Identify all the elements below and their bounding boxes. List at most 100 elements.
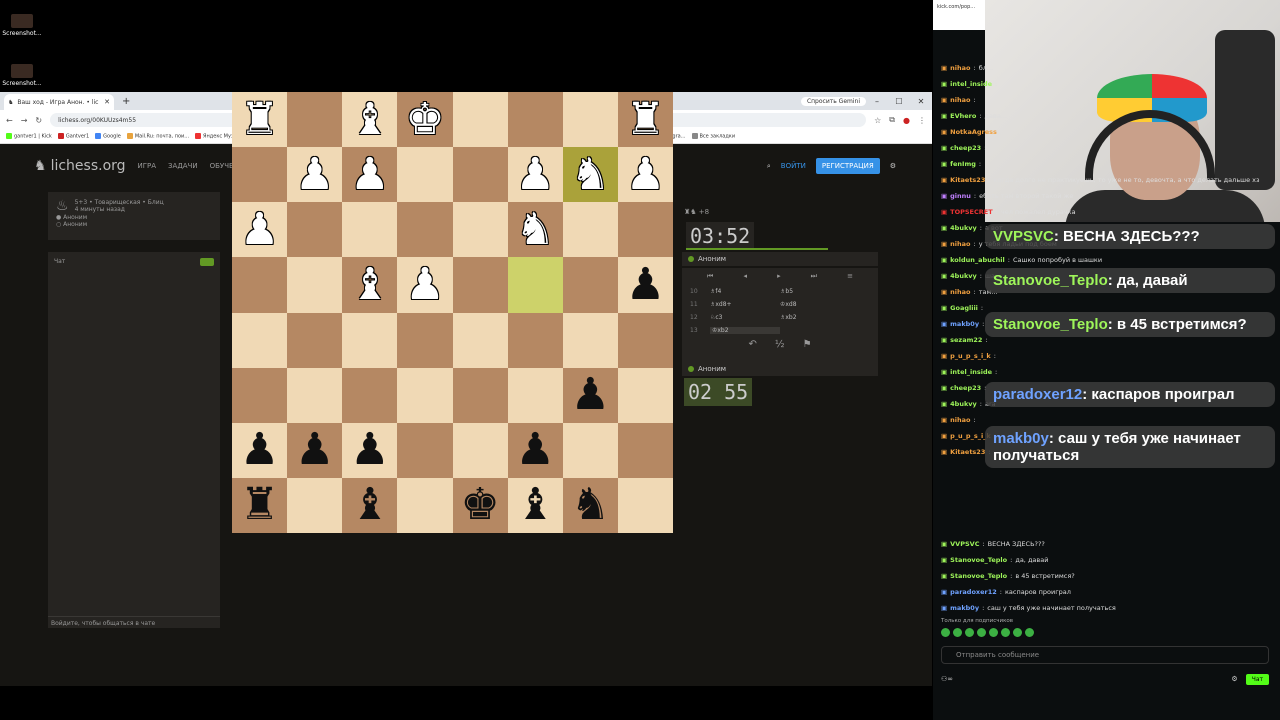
chat-username[interactable]: 4bukvy bbox=[950, 400, 977, 408]
board-square[interactable] bbox=[562, 312, 618, 368]
emote-icon[interactable] bbox=[977, 628, 986, 637]
bookmark-item[interactable]: Gantver1 bbox=[57, 133, 89, 140]
resign-flag-icon[interactable]: ⚑ bbox=[803, 339, 812, 350]
board-square[interactable] bbox=[617, 477, 673, 533]
forward-icon[interactable]: → bbox=[21, 116, 28, 125]
chat-username[interactable]: makb0y bbox=[950, 320, 979, 328]
player-black-name[interactable]: Аноним bbox=[63, 221, 87, 228]
maximize-icon[interactable]: ☐ bbox=[888, 97, 910, 106]
black-rook-icon[interactable]: ♜ bbox=[240, 483, 279, 527]
board-square[interactable] bbox=[342, 367, 398, 423]
emote-icon[interactable] bbox=[965, 628, 974, 637]
white-bishop-icon[interactable]: ♝ bbox=[350, 262, 389, 307]
emote-icon[interactable] bbox=[1025, 628, 1034, 637]
black-bishop-icon[interactable]: ♝ bbox=[515, 483, 554, 527]
white-pawn-icon[interactable]: ♟ bbox=[626, 152, 665, 197]
board-square[interactable] bbox=[397, 147, 453, 203]
board-square[interactable]: ♟ bbox=[397, 257, 453, 313]
board-square[interactable]: ♞ bbox=[562, 477, 618, 533]
bookmark-item[interactable]: Google bbox=[95, 133, 121, 140]
bookmark-star-icon[interactable]: ☆ bbox=[874, 116, 881, 125]
chat-username[interactable]: fenImg bbox=[950, 160, 976, 168]
board-square[interactable]: ♟ bbox=[507, 422, 563, 478]
board-square[interactable] bbox=[287, 312, 343, 368]
reload-icon[interactable]: ↻ bbox=[35, 116, 42, 125]
player-top-name[interactable]: Аноним bbox=[698, 255, 726, 263]
new-tab-icon[interactable]: + bbox=[122, 96, 130, 107]
board-square[interactable] bbox=[287, 202, 343, 258]
white-pawn-icon[interactable]: ♟ bbox=[295, 152, 334, 197]
board-square[interactable]: ♟ bbox=[342, 147, 398, 203]
minimize-icon[interactable]: – bbox=[866, 97, 888, 106]
white-pawn-icon[interactable]: ♟ bbox=[405, 262, 444, 307]
profile-icon[interactable]: ● bbox=[903, 116, 910, 125]
black-pawn-icon[interactable]: ♟ bbox=[350, 428, 389, 472]
board-square[interactable]: ♜ bbox=[232, 477, 288, 533]
player-white-name[interactable]: Аноним bbox=[63, 214, 87, 221]
back-icon[interactable]: ← bbox=[6, 116, 13, 125]
bookmark-item[interactable]: Mail.Ru: почта, пои... bbox=[126, 133, 189, 140]
nav-item[interactable]: ИГРА bbox=[138, 162, 157, 170]
black-pawn-icon[interactable]: ♟ bbox=[295, 428, 334, 472]
close-window-icon[interactable]: ✕ bbox=[910, 97, 932, 106]
board-square[interactable]: ♜ bbox=[232, 92, 288, 148]
board-square[interactable] bbox=[562, 92, 618, 148]
chess-board[interactable]: ♜ ♝ ♚ ♜ ♟ ♟ ♟ ♞ ♟ ♟ ♞ ♝ ♟ ♟ ♟ ♟ ♟ ♟ ♟ ♜ ♝ ♚ ♝ ♞ bbox=[232, 92, 673, 533]
black-pawn-icon[interactable]: ♟ bbox=[240, 428, 279, 472]
chat-username[interactable]: NotkaAgress bbox=[950, 128, 997, 136]
chat-username[interactable]: Kitaets23 bbox=[950, 448, 985, 456]
board-square[interactable] bbox=[452, 202, 508, 258]
prev-move-icon[interactable]: ◂ bbox=[743, 272, 747, 281]
extensions-icon[interactable]: ⧉ bbox=[889, 115, 895, 125]
chat-username[interactable]: nihao bbox=[950, 64, 970, 72]
emote-icon[interactable] bbox=[1001, 628, 1010, 637]
board-square[interactable]: ♞ bbox=[507, 202, 563, 258]
chat-username[interactable]: nihao bbox=[950, 240, 970, 248]
board-square[interactable] bbox=[342, 202, 398, 258]
chat-username[interactable]: Stanovoe_Teplo bbox=[950, 556, 1007, 564]
white-bishop-icon[interactable]: ♝ bbox=[350, 97, 389, 142]
board-square[interactable] bbox=[397, 202, 453, 258]
board-square[interactable] bbox=[287, 367, 343, 423]
black-king-icon[interactable]: ♚ bbox=[460, 483, 499, 527]
white-pawn-icon[interactable]: ♟ bbox=[350, 152, 389, 197]
chat-username[interactable]: p_u_p_s_i_k bbox=[950, 352, 991, 360]
player-bottom-name[interactable]: Аноним bbox=[698, 365, 726, 373]
nav-item[interactable]: ЗАДАЧИ bbox=[168, 162, 198, 170]
emote-icon[interactable] bbox=[953, 628, 962, 637]
board-square[interactable] bbox=[507, 312, 563, 368]
chat-username[interactable]: TOPSECRET bbox=[950, 208, 993, 216]
board-square[interactable] bbox=[617, 312, 673, 368]
move-menu-icon[interactable]: ≡ bbox=[847, 272, 853, 281]
board-square[interactable]: ♝ bbox=[507, 477, 563, 533]
white-pawn-icon[interactable]: ♟ bbox=[240, 207, 279, 252]
board-square[interactable]: ♟ bbox=[287, 147, 343, 203]
board-square[interactable]: ♜ bbox=[617, 92, 673, 148]
login-link[interactable]: ВОЙТИ bbox=[781, 162, 806, 170]
board-square[interactable] bbox=[507, 92, 563, 148]
chat-username[interactable]: makb0y bbox=[950, 604, 979, 612]
board-square[interactable] bbox=[397, 367, 453, 423]
white-knight-icon[interactable]: ♞ bbox=[571, 152, 610, 197]
chat-username[interactable]: cheep23 bbox=[950, 384, 981, 392]
chat-username[interactable]: sezam22 bbox=[950, 336, 982, 344]
white-knight-icon[interactable]: ♞ bbox=[515, 207, 554, 252]
bookmark-item[interactable]: Все закладки bbox=[691, 133, 735, 140]
emote-icon[interactable] bbox=[989, 628, 998, 637]
board-square[interactable] bbox=[562, 422, 618, 478]
emote-icon[interactable] bbox=[941, 628, 950, 637]
board-square[interactable]: ♝ bbox=[342, 257, 398, 313]
board-square[interactable]: ♟ bbox=[617, 257, 673, 313]
board-square[interactable] bbox=[452, 312, 508, 368]
board-square[interactable] bbox=[397, 422, 453, 478]
board-square[interactable] bbox=[452, 422, 508, 478]
board-square[interactable] bbox=[452, 257, 508, 313]
board-square[interactable]: ♝ bbox=[342, 477, 398, 533]
board-square[interactable]: ♚ bbox=[397, 92, 453, 148]
chat-username[interactable]: nihao bbox=[950, 96, 970, 104]
chat-username[interactable]: ginnu bbox=[950, 192, 971, 200]
white-pawn-icon[interactable]: ♟ bbox=[515, 152, 554, 197]
move-san[interactable]: ♔xb2 bbox=[710, 327, 780, 334]
desktop-screenshot-icon-2[interactable]: Screenshot... bbox=[2, 64, 42, 87]
tab-lichess[interactable]: ♞ Ваш ход - Игра Анон. • lic ✕ bbox=[4, 94, 114, 110]
